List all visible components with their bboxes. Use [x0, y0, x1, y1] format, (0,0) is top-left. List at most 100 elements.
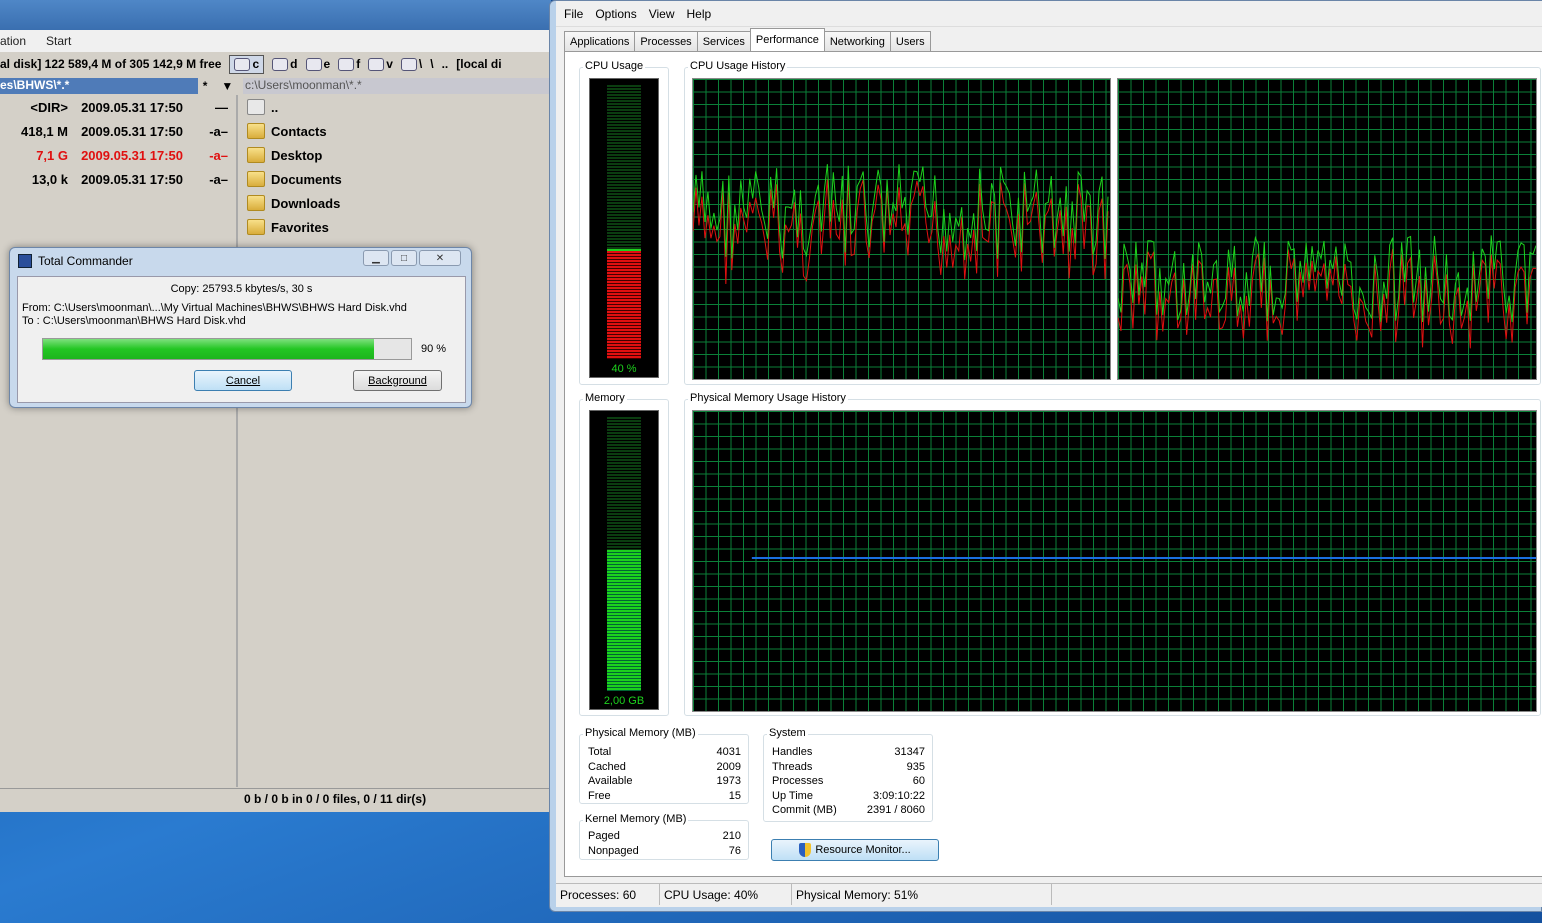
memory-heading: Memory — [583, 392, 627, 404]
menu-help[interactable]: Help — [687, 7, 712, 21]
folder-row[interactable]: Contacts — [243, 119, 551, 143]
history-button[interactable]: * — [203, 79, 208, 93]
floppy-icon — [18, 254, 32, 268]
table-row: Available 1973 — [588, 775, 741, 788]
cpu-usage-meter: 40 % — [589, 78, 659, 378]
folder-row[interactable]: Downloads — [243, 191, 551, 215]
table-row: Threads 935 — [772, 760, 925, 773]
tc-menu-start[interactable]: Start — [46, 34, 71, 48]
menu-options[interactable]: Options — [595, 7, 636, 21]
memory-meter: 2,00 GB — [589, 410, 659, 710]
memory-group: Memory 2,00 GB — [579, 392, 669, 716]
cpu-usage-group: CPU Usage 40 % — [579, 60, 669, 385]
folder-row[interactable]: Desktop — [243, 143, 551, 167]
memory-history-graph — [692, 410, 1537, 712]
network-icon — [400, 57, 417, 71]
downloads-folder-icon — [247, 195, 265, 211]
dialog-body: Copy: 25793.5 kbytes/s, 30 s From: C:\Us… — [17, 276, 466, 403]
background-button[interactable]: Background — [353, 370, 442, 391]
right-panel-path[interactable]: c:\Users\moonman\*.* — [243, 78, 551, 94]
status-physical-memory: Physical Memory: 51% — [792, 884, 1052, 905]
tab-applications[interactable]: Applications — [564, 31, 636, 51]
left-file-panel: <DIR> 2009.05.31 17:50— 418,1 M 2009.05.31… — [0, 95, 238, 787]
table-row: Free 15 — [588, 789, 741, 802]
system-table: System Handles 31347 Threads 935 Processes… — [763, 727, 933, 822]
file-row[interactable]: 418,1 M 2009.05.31 17:50 -a– — [0, 119, 236, 143]
folder-icon — [247, 147, 265, 163]
file-row[interactable]: <DIR> 2009.05.31 17:50— — [0, 95, 236, 119]
tab-performance[interactable]: Performance — [749, 28, 825, 51]
status-processes: Processes: 60 — [556, 884, 660, 905]
task-manager-window: File Options View Help Applications Proc… — [549, 0, 1542, 912]
table-row: Nonpaged 76 — [588, 844, 741, 857]
copy-from-path: From: C:\Users\moonman\...\My Virtual Ma… — [22, 302, 407, 314]
cpu-meter-level — [607, 248, 641, 359]
drive-d-button[interactable]: d — [272, 57, 298, 71]
resource-monitor-button[interactable]: Resource Monitor... — [771, 839, 939, 861]
tm-menu-bar: File Options View Help — [556, 1, 1542, 27]
table-row: Commit (MB) 2391 / 8060 — [772, 804, 925, 817]
right-file-panel: .. Contacts Desktop Documents Downloads … — [243, 95, 551, 787]
memory-history-heading: Physical Memory Usage History — [688, 392, 848, 404]
drive-info-label: al disk] 122 589,4 M of 305 142,9 M free — [0, 57, 222, 71]
chevron-down-icon[interactable]: ▼ — [221, 79, 233, 93]
menu-view[interactable]: View — [649, 7, 675, 21]
table-row: Paged 210 — [588, 830, 741, 843]
tc-title-bar — [0, 0, 551, 30]
network-drive-icon — [305, 57, 322, 71]
tab-users[interactable]: Users — [889, 31, 931, 51]
table-row: Total 4031 — [588, 746, 741, 759]
system-heading: System — [767, 727, 808, 739]
favorites-folder-icon — [247, 219, 265, 235]
kernel-memory-heading: Kernel Memory (MB) — [583, 813, 689, 825]
folder-row[interactable]: Favorites — [243, 215, 551, 239]
uac-shield-icon — [799, 843, 812, 857]
network-drive-icon — [338, 57, 355, 71]
folder-row-up[interactable]: .. — [243, 95, 551, 119]
folder-row[interactable]: Documents — [243, 167, 551, 191]
table-row: Cached 2009 — [588, 760, 741, 773]
root-button[interactable]: \ — [430, 57, 433, 71]
progress-percent: 90 % — [421, 343, 447, 355]
minimize-button[interactable]: ▁ — [363, 250, 389, 266]
folder-icon — [247, 171, 265, 187]
cd-drive-icon — [272, 57, 289, 71]
drive-v-button[interactable]: v — [368, 57, 393, 71]
performance-page: CPU Usage 40 % CPU Usage History Memory … — [564, 51, 1542, 877]
close-button[interactable]: ✕ — [419, 250, 461, 266]
tc-menu-configuration[interactable]: ation — [0, 34, 26, 48]
drive-f-button[interactable]: f — [338, 57, 360, 71]
parent-button[interactable]: .. — [442, 57, 449, 71]
task-manager-client: File Options View Help Applications Proc… — [556, 1, 1542, 907]
tab-networking[interactable]: Networking — [823, 31, 891, 51]
tab-processes[interactable]: Processes — [634, 31, 698, 51]
physical-memory-table: Physical Memory (MB) Total 4031 Cached 200… — [579, 727, 749, 804]
maximize-button[interactable]: □ — [391, 250, 417, 266]
kernel-time-line — [1118, 248, 1536, 349]
tc-menu-bar: ation Start — [0, 30, 551, 52]
drive-e-button[interactable]: e — [305, 57, 330, 71]
file-row-selected[interactable]: 7,1 G 2009.05.31 17:50 -a– — [0, 143, 236, 167]
up-arrow-icon — [247, 99, 265, 115]
cpu-usage-heading: CPU Usage — [583, 60, 646, 72]
copy-speed-label: Copy: 25793.5 kbytes/s, 30 s — [170, 283, 313, 295]
network-neighborhood-button[interactable]: \ — [400, 57, 422, 71]
file-row[interactable]: 13,0 k 2009.05.31 17:50 -a– — [0, 167, 236, 191]
left-panel-path[interactable]: es\BHWS\*.* — [0, 78, 198, 94]
memory-value: 2,00 GB — [603, 695, 645, 707]
menu-file[interactable]: File — [564, 7, 583, 21]
kernel-memory-table: Kernel Memory (MB) Paged 210 Nonpaged 76 — [579, 813, 749, 860]
folder-icon — [247, 123, 265, 139]
tab-services[interactable]: Services — [696, 31, 751, 51]
cd-drive-icon — [368, 57, 385, 71]
table-row: Up Time 3:09:10:22 — [772, 789, 925, 802]
cpu-core2-lines — [1118, 235, 1536, 349]
left-panel-history: * ▼ — [198, 78, 238, 94]
memory-history-line — [751, 557, 1536, 559]
cancel-button[interactable]: Cancel — [194, 370, 292, 391]
drive-c-button[interactable]: c — [229, 54, 265, 74]
cpu-history-graph-core2 — [1117, 78, 1537, 380]
hard-drive-icon — [234, 57, 251, 71]
status-empty — [1052, 884, 1542, 905]
copy-progress-bar — [42, 338, 412, 360]
